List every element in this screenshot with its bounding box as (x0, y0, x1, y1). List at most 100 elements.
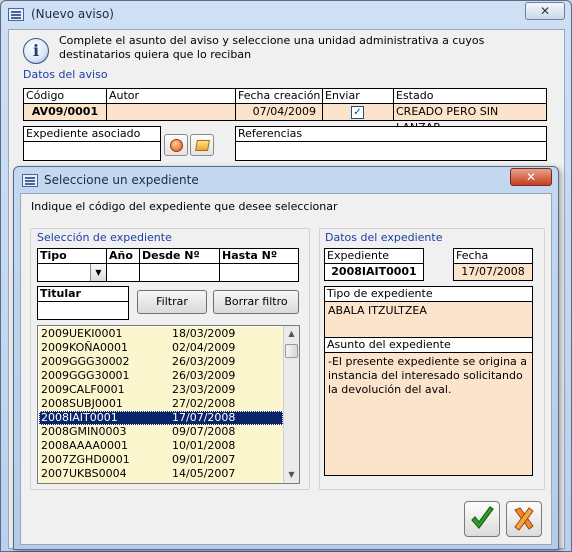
main-titlebar[interactable]: (Nuevo aviso) ✕ (1, 1, 571, 29)
close-button[interactable]: ✕ (525, 2, 565, 20)
search-expediente-button[interactable] (190, 134, 214, 156)
scroll-up-icon[interactable]: ▲ (284, 326, 299, 342)
filtrar-label: Filtrar (156, 295, 188, 308)
fecha-creacion-header: Fecha creación (235, 88, 323, 104)
expedientes-rows: 2009UEKI0001 18/03/2009 2009KOÑA0001 02/04/… (39, 327, 283, 483)
tipo-header: Tipo (37, 248, 107, 264)
asunto-value: -El presente expediente se origina a ins… (324, 352, 533, 476)
enviar-correo-header: Enviar correo (322, 88, 394, 116)
expediente-code: 2007ZGHD0001 (41, 453, 130, 466)
enviar-correo-cell: ✓ (322, 103, 394, 121)
expediente-date: 18/03/2009 (172, 327, 236, 340)
autor-header: Autor (106, 88, 236, 104)
expediente-label: Expediente (324, 248, 424, 264)
tipo-expediente-label: Tipo de expediente (324, 286, 533, 302)
window-title: (Nuevo aviso) (31, 7, 114, 21)
clear-expediente-button[interactable] (164, 134, 188, 156)
estado-header: Estado (393, 88, 547, 104)
list-item[interactable]: 2009GGG30002 26/03/2009 (39, 355, 283, 369)
datos-section-title: Datos del expediente (325, 231, 443, 244)
filtrar-button[interactable]: Filtrar (137, 290, 207, 314)
borrar-filtro-button[interactable]: Borrar filtro (213, 290, 299, 314)
scroll-thumb[interactable] (285, 344, 298, 358)
form-icon (8, 8, 24, 21)
list-item[interactable]: 2008IAIT0001 17/07/2008 (39, 411, 283, 425)
expediente-code: 2009KOÑA0001 (41, 341, 129, 354)
folder-icon (195, 140, 210, 151)
list-item[interactable]: 2009CALF0001 23/03/2009 (39, 383, 283, 397)
aviso-section-title: Datos del aviso (23, 68, 108, 81)
list-item[interactable]: 2009KOÑA0001 02/04/2009 (39, 341, 283, 355)
expediente-date: 27/02/2008 (172, 397, 236, 410)
expediente-asociado-field[interactable] (23, 141, 161, 161)
dialog-title: Seleccione un expediente (44, 173, 199, 187)
fecha-apertura-value: 17/07/2008 (453, 263, 533, 281)
codigo-field[interactable]: AV09/0001 (23, 103, 107, 121)
list-item[interactable]: 2009GGG30001 26/03/2009 (39, 369, 283, 383)
form-icon (22, 174, 38, 187)
select-expediente-dialog: Seleccione un expediente ✕ Indique el có… (13, 166, 559, 550)
expediente-code: 2009CALF0001 (41, 383, 125, 396)
dialog-instruction: Indique el código del expediente que des… (31, 200, 338, 213)
anio-header: Año (106, 248, 140, 264)
expediente-date: 10/01/2008 (172, 439, 236, 452)
seleccion-section-title: Selección de expediente (37, 231, 172, 244)
borrar-filtro-label: Borrar filtro (224, 295, 288, 308)
expediente-date: 26/03/2009 (172, 355, 236, 368)
cancel-x-icon (514, 507, 534, 531)
list-item[interactable]: 2009UEKI0001 18/03/2009 (39, 327, 283, 341)
titular-input[interactable] (37, 301, 129, 320)
expediente-value: 2008IAIT0001 (324, 263, 424, 281)
accept-button[interactable] (464, 501, 500, 537)
expediente-date: 02/04/2009 (172, 341, 236, 354)
list-item[interactable]: 2008GMIN0003 09/07/2008 (39, 425, 283, 439)
expediente-code: 2009UEKI0001 (41, 327, 123, 340)
dialog-close-button[interactable]: ✕ (510, 168, 552, 186)
scroll-down-icon[interactable]: ▼ (284, 467, 299, 483)
expediente-date: 17/07/2008 (172, 411, 236, 424)
expediente-code: 2007UKBS0004 (41, 467, 127, 480)
codigo-header: Código (23, 88, 107, 104)
clear-icon (170, 139, 183, 152)
hasta-header: Hasta Nº (219, 248, 299, 264)
expediente-date: 23/03/2009 (172, 383, 236, 396)
estado-field[interactable]: CREADO PERO SIN LANZAR (393, 103, 547, 134)
expedientes-list[interactable]: 2009UEKI0001 18/03/2009 2009KOÑA0001 02/04/… (37, 325, 300, 484)
list-item[interactable]: 2007UKBS0004 14/05/2007 (39, 467, 283, 481)
expediente-code: 2009GGG30001 (41, 369, 130, 382)
list-scrollbar[interactable]: ▲ ▼ (283, 326, 299, 483)
tipo-expediente-value: ABALA ITZULTZEA (324, 301, 533, 339)
expediente-code: 2008IAIT0001 (41, 411, 118, 424)
list-item[interactable]: 2007ZGHD0001 09/01/2007 (39, 453, 283, 467)
expediente-date: 02/05/2007 (172, 481, 282, 483)
expediente-date: 14/05/2007 (172, 467, 236, 480)
desde-header: Desde Nº (139, 248, 220, 264)
dialog-client: Indique el código del expediente que des… (20, 193, 552, 545)
asunto-label: Asunto del expediente (324, 337, 533, 353)
hasta-input[interactable] (219, 263, 299, 282)
fecha-apertura-label: Fecha apertura (453, 248, 533, 276)
referencias-label: Referencias (235, 126, 547, 142)
fecha-creacion-field[interactable]: 07/04/2009 (235, 103, 323, 121)
expediente-code: 2008SUBJ0001 (41, 397, 123, 410)
dialog-titlebar[interactable]: Seleccione un expediente ✕ (14, 167, 558, 193)
list-item[interactable]: 2008AAAA0001 10/01/2008 (39, 439, 283, 453)
expediente-code: 2008AAAA0001 (41, 439, 129, 452)
anio-input[interactable] (106, 263, 140, 282)
referencias-field[interactable] (235, 141, 547, 161)
info-icon: i (23, 38, 49, 64)
expediente-asociado-label: Expediente asociado (23, 126, 161, 142)
autor-field[interactable] (106, 103, 236, 121)
expediente-date: 26/03/2009 (172, 369, 236, 382)
expediente-code: 2008GMIN0003 (41, 425, 127, 438)
desde-input[interactable] (139, 263, 220, 282)
expediente-code: 2007UKBS0003 (39, 481, 172, 483)
enviar-correo-checkbox[interactable]: ✓ (351, 106, 364, 119)
titular-header: Titular (37, 286, 129, 302)
cancel-button[interactable] (506, 501, 542, 537)
chevron-down-icon[interactable]: ▼ (90, 264, 106, 281)
list-item[interactable]: 2008SUBJ0001 27/02/2008 (39, 397, 283, 411)
checkmark-icon (471, 506, 494, 529)
list-item[interactable]: 2007UKBS000302/05/2007 (39, 481, 283, 483)
tipo-select[interactable]: ▼ (37, 263, 107, 282)
